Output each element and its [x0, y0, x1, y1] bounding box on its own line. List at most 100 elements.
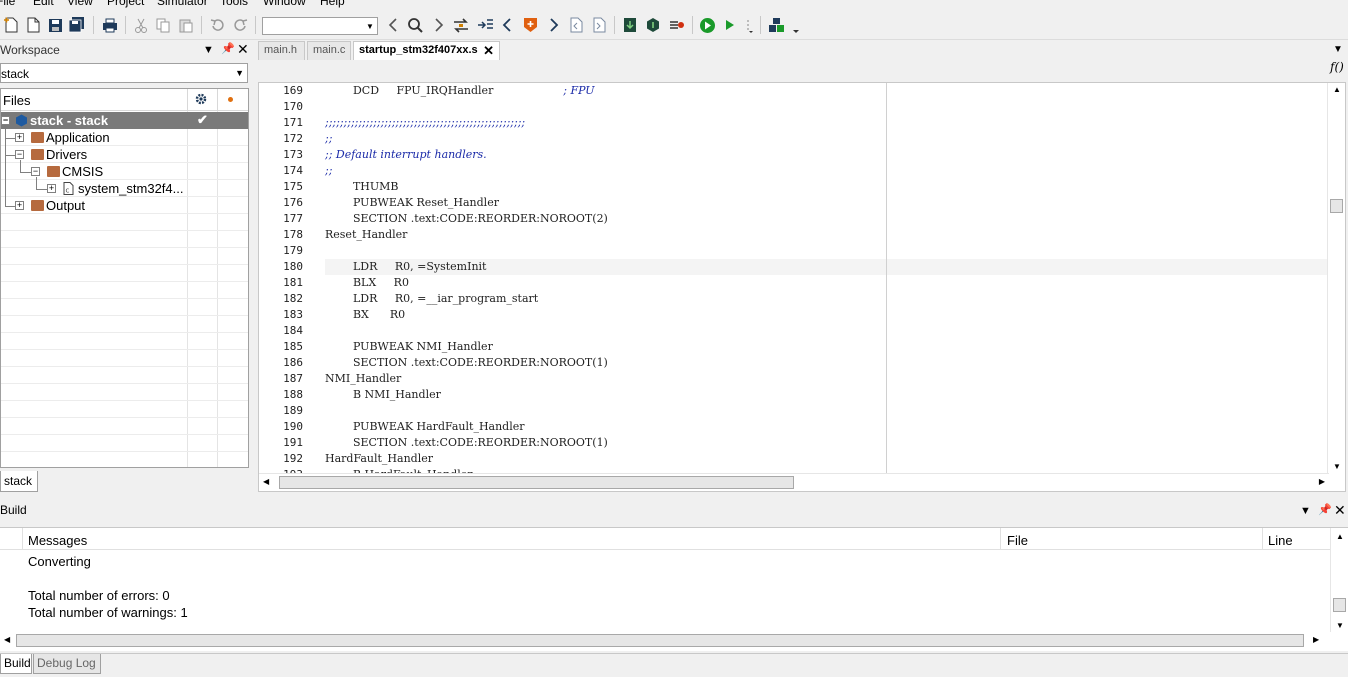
line-number: 192 [283, 452, 303, 465]
c-file-icon: c [63, 182, 74, 198]
tree-row-label: CMSIS [62, 164, 104, 179]
save-icon[interactable] [46, 17, 64, 33]
tab-build[interactable]: Build [0, 654, 32, 674]
messages-column-header[interactable]: Messages [28, 533, 87, 548]
collapse-icon[interactable]: − [15, 150, 24, 159]
file-column-header[interactable]: File [1007, 533, 1028, 548]
expand-icon[interactable]: + [47, 184, 56, 193]
files-column-header: Files [3, 93, 31, 108]
compile-icon[interactable] [621, 17, 639, 33]
code-line: DCD FPU_IRQHandler ; FPU [325, 83, 595, 99]
tab-list-icon[interactable]: ▼ [1333, 44, 1343, 55]
function-navigator-icon[interactable]: f() [1330, 60, 1344, 74]
tab-main-h[interactable]: main.h [258, 41, 305, 60]
prev-bookmark-icon[interactable] [498, 17, 516, 33]
panel-menu-icon[interactable]: ▼ [203, 44, 214, 56]
tree-row-output[interactable]: + Output [1, 197, 248, 214]
tree-row-system-file[interactable]: + c system_stm32f4... [1, 180, 248, 197]
goto-line-icon[interactable] [476, 17, 494, 33]
chevron-down-icon[interactable]: ▼ [363, 18, 377, 34]
menu-project[interactable]: Project [107, 0, 144, 8]
next-doc-icon[interactable] [590, 17, 608, 33]
code-line: HardFault_Handler [325, 452, 433, 465]
tree-row-label: Application [46, 130, 110, 145]
undo-icon[interactable] [208, 17, 226, 33]
scroll-right-icon[interactable]: ▶ [1313, 635, 1319, 644]
paste-icon[interactable] [176, 17, 194, 33]
menu-edit[interactable]: Edit [33, 0, 54, 8]
redo-icon[interactable] [231, 17, 249, 33]
copy-icon[interactable] [154, 17, 172, 33]
replace-icon[interactable] [452, 17, 470, 33]
menu-help[interactable]: Help [320, 0, 345, 8]
menu-file[interactable]: File [0, 0, 15, 8]
scrollbar-thumb[interactable] [279, 476, 794, 489]
scrollbar-thumb[interactable] [16, 634, 1304, 647]
tab-startup-file[interactable]: startup_stm32f407xx.s ✕ [353, 41, 500, 60]
cut-icon[interactable] [132, 17, 150, 33]
build-horizontal-scrollbar[interactable]: ◀ ▶ [0, 632, 1330, 650]
close-icon[interactable]: ✕ [1334, 502, 1346, 519]
expand-icon[interactable]: + [15, 201, 24, 210]
folder-icon [31, 200, 44, 211]
configuration-select[interactable]: stack ▼ [0, 63, 248, 83]
menu-simulator[interactable]: Simulator [157, 0, 208, 8]
tree-row-application[interactable]: + Application [1, 129, 248, 146]
tree-row-project[interactable]: − stack - stack ✔ [1, 112, 248, 129]
forward-arrow-icon[interactable] [430, 17, 448, 33]
layout-icon[interactable] [768, 17, 786, 33]
scroll-up-icon[interactable]: ▲ [1336, 532, 1344, 541]
expand-icon[interactable]: + [15, 133, 24, 142]
close-icon[interactable]: ✕ [237, 41, 249, 58]
tree-row-cmsis[interactable]: − CMSIS [1, 163, 248, 180]
code-line: ;; [325, 132, 333, 145]
back-arrow-icon[interactable] [384, 17, 402, 33]
scroll-right-icon[interactable]: ▶ [1319, 477, 1325, 486]
gear-icon[interactable] [194, 92, 208, 109]
tab-debug-log[interactable]: Debug Log [33, 654, 101, 674]
print-icon[interactable] [101, 17, 119, 33]
toolbar-overflow-icon-2[interactable] [790, 17, 802, 33]
stop-build-icon[interactable] [668, 17, 686, 33]
save-all-icon[interactable] [68, 17, 86, 33]
pin-icon[interactable]: 📌 [1318, 503, 1332, 516]
search-combo[interactable]: ▼ [262, 17, 378, 35]
new-document-icon[interactable] [24, 17, 42, 33]
code-editor[interactable]: 169 170 171 172 173 174 175 176 177 178 … [258, 82, 1346, 492]
prev-doc-icon[interactable] [567, 17, 585, 33]
scroll-left-icon[interactable]: ◀ [4, 635, 10, 644]
scroll-up-icon[interactable]: ▲ [1333, 85, 1341, 94]
pin-icon[interactable]: 📌 [221, 42, 235, 55]
menu-view[interactable]: View [67, 0, 93, 8]
collapse-icon[interactable]: − [31, 167, 40, 176]
toolbar-overflow-icon[interactable] [743, 17, 755, 33]
debug-without-download-icon[interactable] [721, 17, 739, 33]
scrollbar-thumb[interactable] [1333, 598, 1346, 612]
tree-row-drivers[interactable]: − Drivers [1, 146, 248, 163]
workspace-tab-stack[interactable]: stack [0, 471, 38, 492]
make-icon[interactable] [644, 17, 662, 33]
close-tab-icon[interactable]: ✕ [483, 42, 494, 59]
next-bookmark-icon[interactable] [545, 17, 563, 33]
collapse-icon[interactable]: − [1, 116, 10, 125]
menu-tools[interactable]: Tools [220, 0, 248, 8]
line-number: 184 [283, 324, 303, 337]
chevron-down-icon[interactable]: ▼ [235, 68, 244, 78]
scroll-down-icon[interactable]: ▼ [1333, 462, 1341, 471]
bookmark-icon[interactable] [521, 17, 539, 33]
tree-row-label: Drivers [46, 147, 88, 162]
scrollbar-thumb[interactable] [1330, 199, 1343, 213]
build-vertical-scrollbar[interactable]: ▲ ▼ [1330, 528, 1348, 632]
find-icon[interactable] [406, 17, 424, 33]
editor-vertical-scrollbar[interactable]: ▲ ▼ [1327, 83, 1345, 473]
panel-menu-icon[interactable]: ▼ [1300, 505, 1311, 517]
download-debug-icon[interactable] [698, 17, 716, 33]
new-file-icon[interactable] [2, 17, 20, 33]
menu-window[interactable]: Window [263, 0, 306, 8]
tab-main-c[interactable]: main.c [307, 41, 351, 60]
editor-horizontal-scrollbar[interactable]: ◀ ▶ [259, 473, 1329, 491]
scroll-left-icon[interactable]: ◀ [263, 477, 269, 486]
line-column-header[interactable]: Line [1268, 533, 1293, 548]
scroll-down-icon[interactable]: ▼ [1336, 621, 1344, 630]
line-number: 179 [283, 244, 303, 257]
